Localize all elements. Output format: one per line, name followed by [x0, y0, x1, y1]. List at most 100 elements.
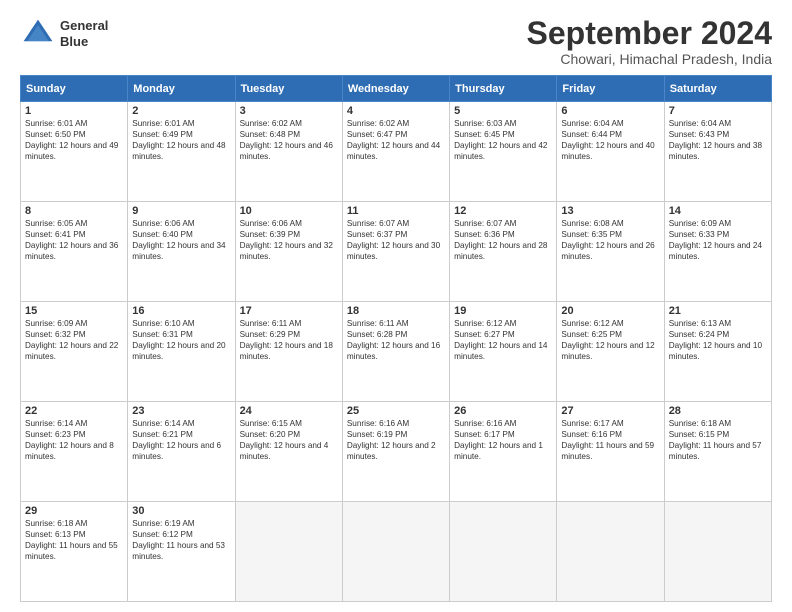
day-number: 4: [347, 105, 445, 117]
calendar-cell: 21Sunrise: 6:13 AM Sunset: 6:24 PM Dayli…: [664, 302, 771, 402]
calendar-cell: 24Sunrise: 6:15 AM Sunset: 6:20 PM Dayli…: [235, 402, 342, 502]
day-number: 6: [561, 105, 659, 117]
header: General Blue September 2024 Chowari, Him…: [20, 16, 772, 67]
calendar-cell: 14Sunrise: 6:09 AM Sunset: 6:33 PM Dayli…: [664, 202, 771, 302]
cell-info: Sunrise: 6:10 AM Sunset: 6:31 PM Dayligh…: [132, 318, 230, 362]
day-number: 12: [454, 205, 552, 217]
calendar-cell: [450, 502, 557, 602]
calendar-cell: [235, 502, 342, 602]
calendar-cell: 5Sunrise: 6:03 AM Sunset: 6:45 PM Daylig…: [450, 102, 557, 202]
day-number: 11: [347, 205, 445, 217]
calendar-week-row: 15Sunrise: 6:09 AM Sunset: 6:32 PM Dayli…: [21, 302, 772, 402]
calendar-table: SundayMondayTuesdayWednesdayThursdayFrid…: [20, 75, 772, 602]
calendar-cell: 17Sunrise: 6:11 AM Sunset: 6:29 PM Dayli…: [235, 302, 342, 402]
cell-info: Sunrise: 6:18 AM Sunset: 6:15 PM Dayligh…: [669, 418, 767, 462]
cell-info: Sunrise: 6:11 AM Sunset: 6:28 PM Dayligh…: [347, 318, 445, 362]
cell-info: Sunrise: 6:19 AM Sunset: 6:12 PM Dayligh…: [132, 518, 230, 562]
calendar-cell: 27Sunrise: 6:17 AM Sunset: 6:16 PM Dayli…: [557, 402, 664, 502]
calendar-cell: 13Sunrise: 6:08 AM Sunset: 6:35 PM Dayli…: [557, 202, 664, 302]
day-number: 5: [454, 105, 552, 117]
cell-info: Sunrise: 6:16 AM Sunset: 6:19 PM Dayligh…: [347, 418, 445, 462]
title-area: September 2024 Chowari, Himachal Pradesh…: [527, 16, 772, 67]
logo-icon: [20, 16, 56, 52]
cell-info: Sunrise: 6:08 AM Sunset: 6:35 PM Dayligh…: [561, 218, 659, 262]
day-number: 25: [347, 405, 445, 417]
day-number: 10: [240, 205, 338, 217]
calendar-cell: 8Sunrise: 6:05 AM Sunset: 6:41 PM Daylig…: [21, 202, 128, 302]
calendar-cell: 16Sunrise: 6:10 AM Sunset: 6:31 PM Dayli…: [128, 302, 235, 402]
weekday-header: Sunday: [21, 76, 128, 102]
calendar-cell: 19Sunrise: 6:12 AM Sunset: 6:27 PM Dayli…: [450, 302, 557, 402]
weekday-header: Thursday: [450, 76, 557, 102]
calendar-cell: 4Sunrise: 6:02 AM Sunset: 6:47 PM Daylig…: [342, 102, 449, 202]
cell-info: Sunrise: 6:18 AM Sunset: 6:13 PM Dayligh…: [25, 518, 123, 562]
day-number: 22: [25, 405, 123, 417]
cell-info: Sunrise: 6:12 AM Sunset: 6:25 PM Dayligh…: [561, 318, 659, 362]
day-number: 24: [240, 405, 338, 417]
cell-info: Sunrise: 6:04 AM Sunset: 6:44 PM Dayligh…: [561, 118, 659, 162]
calendar-cell: 6Sunrise: 6:04 AM Sunset: 6:44 PM Daylig…: [557, 102, 664, 202]
calendar-cell: [664, 502, 771, 602]
day-number: 16: [132, 305, 230, 317]
cell-info: Sunrise: 6:01 AM Sunset: 6:50 PM Dayligh…: [25, 118, 123, 162]
page: General Blue September 2024 Chowari, Him…: [0, 0, 792, 612]
cell-info: Sunrise: 6:07 AM Sunset: 6:36 PM Dayligh…: [454, 218, 552, 262]
calendar-cell: 22Sunrise: 6:14 AM Sunset: 6:23 PM Dayli…: [21, 402, 128, 502]
day-number: 7: [669, 105, 767, 117]
calendar-cell: 28Sunrise: 6:18 AM Sunset: 6:15 PM Dayli…: [664, 402, 771, 502]
day-number: 20: [561, 305, 659, 317]
calendar-cell: 18Sunrise: 6:11 AM Sunset: 6:28 PM Dayli…: [342, 302, 449, 402]
calendar-week-row: 22Sunrise: 6:14 AM Sunset: 6:23 PM Dayli…: [21, 402, 772, 502]
cell-info: Sunrise: 6:14 AM Sunset: 6:23 PM Dayligh…: [25, 418, 123, 462]
day-number: 28: [669, 405, 767, 417]
day-number: 18: [347, 305, 445, 317]
day-number: 27: [561, 405, 659, 417]
calendar-cell: 15Sunrise: 6:09 AM Sunset: 6:32 PM Dayli…: [21, 302, 128, 402]
cell-info: Sunrise: 6:07 AM Sunset: 6:37 PM Dayligh…: [347, 218, 445, 262]
cell-info: Sunrise: 6:03 AM Sunset: 6:45 PM Dayligh…: [454, 118, 552, 162]
day-number: 23: [132, 405, 230, 417]
calendar-cell: 25Sunrise: 6:16 AM Sunset: 6:19 PM Dayli…: [342, 402, 449, 502]
cell-info: Sunrise: 6:02 AM Sunset: 6:47 PM Dayligh…: [347, 118, 445, 162]
day-number: 9: [132, 205, 230, 217]
day-number: 17: [240, 305, 338, 317]
calendar-cell: 9Sunrise: 6:06 AM Sunset: 6:40 PM Daylig…: [128, 202, 235, 302]
calendar-cell: 10Sunrise: 6:06 AM Sunset: 6:39 PM Dayli…: [235, 202, 342, 302]
weekday-header: Wednesday: [342, 76, 449, 102]
calendar-week-row: 29Sunrise: 6:18 AM Sunset: 6:13 PM Dayli…: [21, 502, 772, 602]
day-number: 29: [25, 505, 123, 517]
weekday-header: Tuesday: [235, 76, 342, 102]
calendar-cell: 29Sunrise: 6:18 AM Sunset: 6:13 PM Dayli…: [21, 502, 128, 602]
cell-info: Sunrise: 6:14 AM Sunset: 6:21 PM Dayligh…: [132, 418, 230, 462]
calendar-week-row: 1Sunrise: 6:01 AM Sunset: 6:50 PM Daylig…: [21, 102, 772, 202]
month-title: September 2024: [527, 16, 772, 51]
calendar-cell: 11Sunrise: 6:07 AM Sunset: 6:37 PM Dayli…: [342, 202, 449, 302]
day-number: 3: [240, 105, 338, 117]
day-number: 15: [25, 305, 123, 317]
calendar-cell: 26Sunrise: 6:16 AM Sunset: 6:17 PM Dayli…: [450, 402, 557, 502]
logo: General Blue: [20, 16, 108, 52]
weekday-header-row: SundayMondayTuesdayWednesdayThursdayFrid…: [21, 76, 772, 102]
calendar-cell: [557, 502, 664, 602]
location: Chowari, Himachal Pradesh, India: [527, 51, 772, 67]
cell-info: Sunrise: 6:09 AM Sunset: 6:33 PM Dayligh…: [669, 218, 767, 262]
cell-info: Sunrise: 6:17 AM Sunset: 6:16 PM Dayligh…: [561, 418, 659, 462]
calendar-cell: 2Sunrise: 6:01 AM Sunset: 6:49 PM Daylig…: [128, 102, 235, 202]
logo-text: General Blue: [60, 18, 108, 49]
calendar-cell: 12Sunrise: 6:07 AM Sunset: 6:36 PM Dayli…: [450, 202, 557, 302]
weekday-header: Monday: [128, 76, 235, 102]
cell-info: Sunrise: 6:12 AM Sunset: 6:27 PM Dayligh…: [454, 318, 552, 362]
cell-info: Sunrise: 6:09 AM Sunset: 6:32 PM Dayligh…: [25, 318, 123, 362]
cell-info: Sunrise: 6:06 AM Sunset: 6:40 PM Dayligh…: [132, 218, 230, 262]
day-number: 19: [454, 305, 552, 317]
cell-info: Sunrise: 6:13 AM Sunset: 6:24 PM Dayligh…: [669, 318, 767, 362]
day-number: 26: [454, 405, 552, 417]
calendar-cell: 30Sunrise: 6:19 AM Sunset: 6:12 PM Dayli…: [128, 502, 235, 602]
cell-info: Sunrise: 6:04 AM Sunset: 6:43 PM Dayligh…: [669, 118, 767, 162]
calendar-week-row: 8Sunrise: 6:05 AM Sunset: 6:41 PM Daylig…: [21, 202, 772, 302]
day-number: 13: [561, 205, 659, 217]
weekday-header: Friday: [557, 76, 664, 102]
day-number: 1: [25, 105, 123, 117]
cell-info: Sunrise: 6:15 AM Sunset: 6:20 PM Dayligh…: [240, 418, 338, 462]
calendar-cell: 23Sunrise: 6:14 AM Sunset: 6:21 PM Dayli…: [128, 402, 235, 502]
